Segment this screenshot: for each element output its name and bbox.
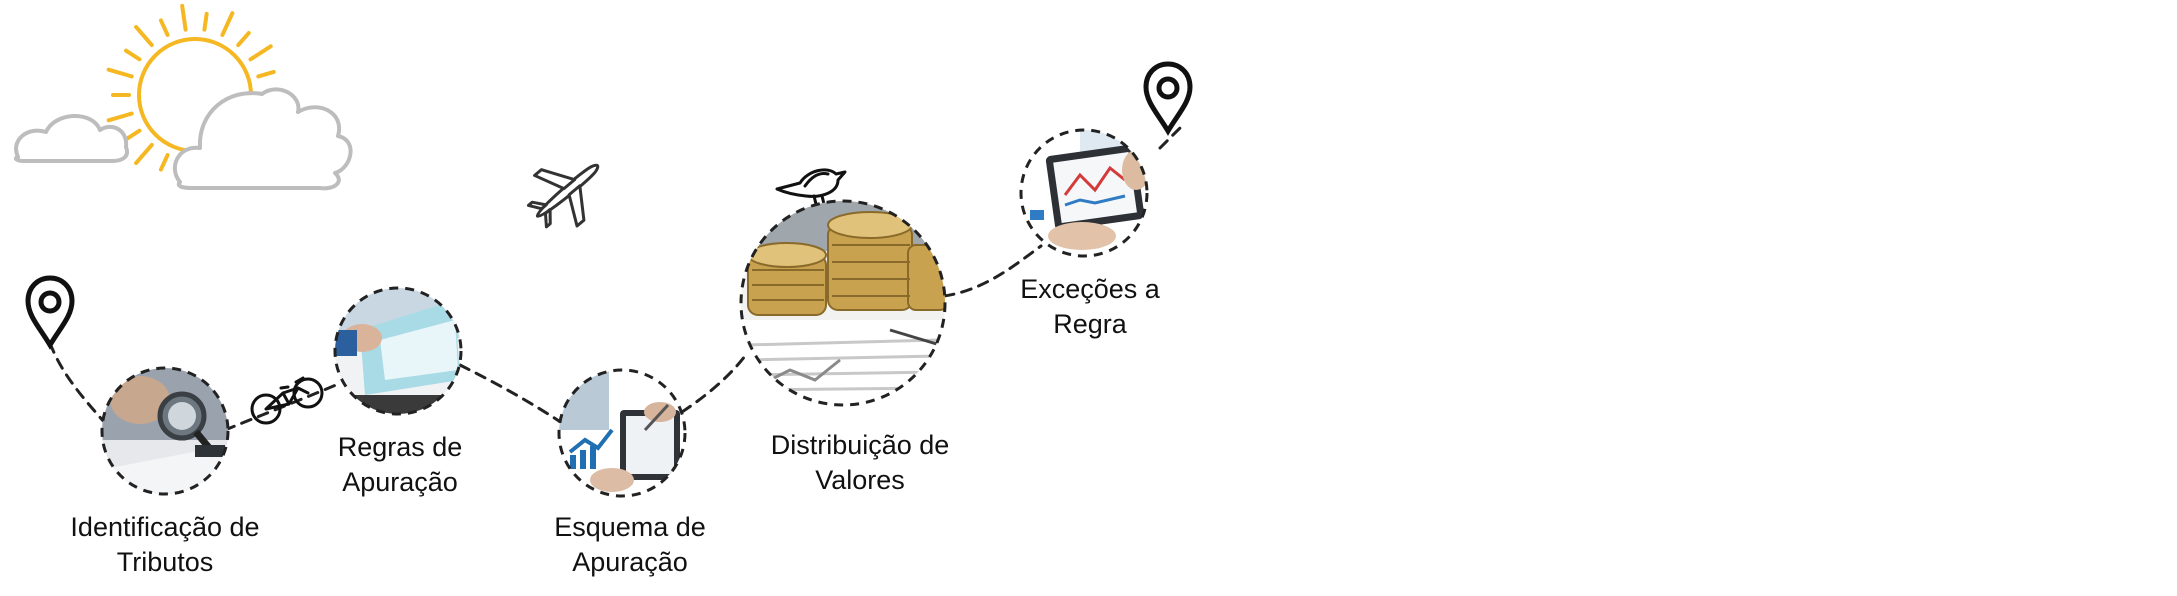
step-label-line2: Regra <box>1053 309 1127 339</box>
sun-ray <box>134 24 154 48</box>
sun-ray <box>236 31 251 48</box>
sun-ray <box>202 11 209 32</box>
step-image-excecoes <box>1019 128 1149 258</box>
step-label-line1: Distribuição de <box>770 430 950 460</box>
sun-ray <box>124 48 142 62</box>
sun-ray <box>180 3 188 32</box>
step-image-esquema <box>557 368 687 498</box>
sun-ray <box>124 128 142 142</box>
step-image-regras <box>333 286 463 416</box>
step-label-line2: Apuração <box>342 467 458 497</box>
sun-ray <box>256 69 276 79</box>
step-label-line1: Exceções a <box>1020 274 1160 304</box>
bird-icon <box>775 168 847 206</box>
step-label-esquema: Esquema de Apuração <box>520 510 740 580</box>
step-image-distribuicao <box>739 199 947 407</box>
step-label-line2: Tributos <box>116 547 214 577</box>
sun-ray <box>158 18 170 37</box>
airplane-icon <box>526 163 600 229</box>
step-label-line1: Esquema de <box>554 512 706 542</box>
sun-ray <box>158 153 170 172</box>
cloud-icon <box>14 114 129 163</box>
cloud-icon <box>172 87 353 191</box>
step-label-line2: Valores <box>815 465 905 495</box>
step-label-excecoes: Exceções a Regra <box>990 272 1190 342</box>
sun-ray <box>106 111 134 123</box>
step-label-regras: Regras de Apuração <box>300 430 500 500</box>
location-pin-icon <box>25 275 75 350</box>
step-image-identificacao <box>100 366 230 496</box>
sun-ray <box>220 11 235 37</box>
step-label-line1: Identificação de <box>70 512 260 542</box>
sun-ray <box>248 44 273 62</box>
step-label-line2: Apuração <box>572 547 688 577</box>
location-pin-icon <box>1143 61 1193 136</box>
step-label-line1: Regras de <box>337 432 463 462</box>
sun-ray <box>134 142 154 166</box>
step-label-distribuicao: Distribuição de Valores <box>740 428 980 498</box>
step-label-identificacao: Identificação de Tributos <box>45 510 285 580</box>
sun-ray <box>106 67 134 79</box>
